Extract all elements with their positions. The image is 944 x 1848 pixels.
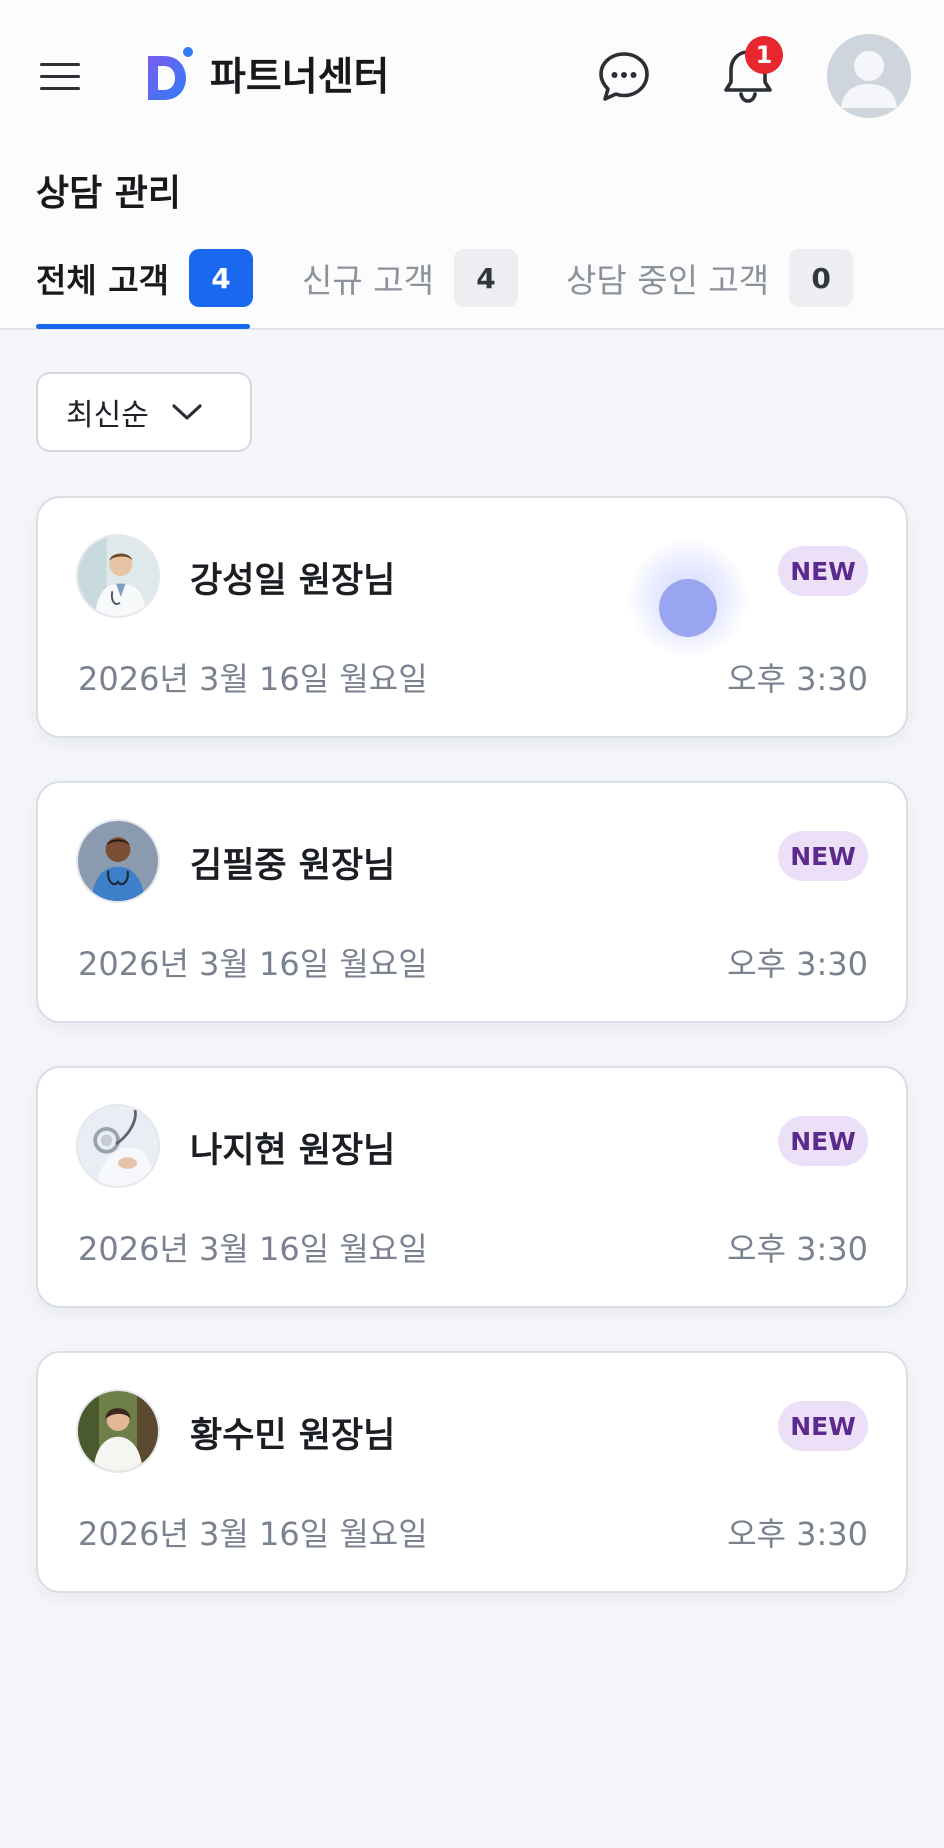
user-avatar-icon[interactable] — [827, 34, 911, 118]
consultation-time: 오후 3:30 — [727, 945, 868, 983]
chat-bubble-icon[interactable] — [596, 48, 652, 104]
active-tab-indicator — [36, 324, 250, 329]
tab-in-consultation-customers[interactable]: 상담 중인 고객 0 — [566, 246, 854, 310]
logo-mark-icon — [148, 47, 193, 100]
tab-label: 전체 고객 — [36, 261, 169, 300]
customer-photo-avatar — [76, 819, 160, 903]
tab-new-customers[interactable]: 신규 고객 4 — [302, 246, 518, 310]
customer-card[interactable]: 김필중 원장님 NEW 2026년 3월 16일 월요일 오후 3:30 — [36, 781, 908, 1023]
menu-line — [40, 75, 80, 78]
sort-selected-label: 최신순 — [66, 398, 149, 433]
hamburger-menu-icon[interactable] — [38, 60, 84, 94]
consultation-date: 2026년 3월 16일 월요일 — [78, 1230, 428, 1268]
menu-line — [40, 63, 80, 66]
customer-name: 나지현 원장님 — [190, 1131, 396, 1171]
customer-card[interactable]: 강성일 원장님 NEW 2026년 3월 16일 월요일 오후 3:30 — [36, 496, 908, 738]
customer-card[interactable]: 황수민 원장님 NEW 2026년 3월 16일 월요일 오후 3:30 — [36, 1351, 908, 1593]
tab-label: 상담 중인 고객 — [566, 261, 770, 300]
consultation-time: 오후 3:30 — [727, 1515, 868, 1553]
menu-line — [40, 87, 80, 90]
consultation-date: 2026년 3월 16일 월요일 — [78, 1515, 428, 1553]
new-badge: NEW — [778, 831, 868, 881]
customer-name: 김필중 원장님 — [190, 846, 396, 886]
sort-dropdown[interactable]: 최신순 — [36, 372, 252, 452]
consultation-date: 2026년 3월 16일 월요일 — [78, 945, 428, 983]
customer-card[interactable]: 나지현 원장님 NEW 2026년 3월 16일 월요일 오후 3:30 — [36, 1066, 908, 1308]
tab-count-badge: 4 — [188, 249, 253, 307]
new-badge: NEW — [778, 1116, 868, 1166]
tab-label: 신규 고객 — [302, 261, 434, 300]
logo-text: 파트너센터 — [210, 55, 390, 100]
chevron-down-icon — [172, 404, 202, 420]
tab-count-badge: 0 — [789, 249, 854, 307]
page-title: 상담 관리 — [36, 173, 182, 214]
tab-count-badge: 4 — [453, 249, 518, 307]
customer-photo-avatar — [76, 534, 160, 618]
customer-photo-avatar — [76, 1104, 160, 1188]
consultation-time: 오후 3:30 — [727, 660, 868, 698]
consultation-date: 2026년 3월 16일 월요일 — [78, 660, 428, 698]
customer-name: 강성일 원장님 — [190, 561, 396, 601]
customer-name: 황수민 원장님 — [190, 1416, 396, 1456]
consultation-time: 오후 3:30 — [727, 1230, 868, 1268]
customer-photo-avatar — [76, 1389, 160, 1473]
new-badge: NEW — [778, 546, 868, 596]
app-logo[interactable]: 파트너센터 — [146, 46, 389, 102]
app-root: 파트너센터 1 상담 관리 전체 고객 4 신규 고객 4 상담 중인 고객 0… — [0, 0, 944, 1848]
new-badge: NEW — [778, 1401, 868, 1451]
notification-count-badge: 1 — [745, 36, 783, 74]
tab-all-customers[interactable]: 전체 고객 4 — [36, 246, 253, 310]
top-header: 파트너센터 1 상담 관리 전체 고객 4 신규 고객 4 상담 중인 고객 0 — [0, 0, 944, 330]
